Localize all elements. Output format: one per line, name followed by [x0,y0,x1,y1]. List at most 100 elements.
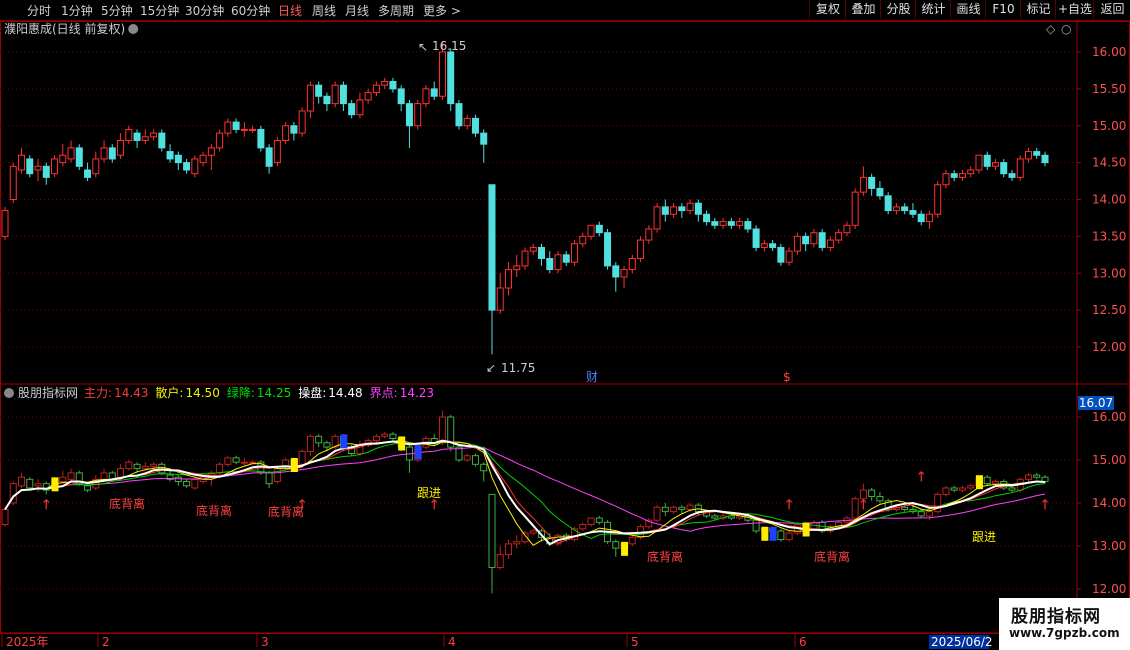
signal-block-2 [340,434,348,449]
candle-body [925,213,933,223]
toolbar-button-2[interactable]: 分股 [880,0,916,19]
period-tab-9[interactable]: 多周期 [378,2,414,19]
candle-body [777,246,785,263]
toolbar-button-5[interactable]: F10 [985,0,1021,19]
signal-block-1 [290,458,298,472]
signal-text-6: 跟进 [972,530,996,544]
candle-body [100,147,108,160]
ind-candle-body [471,455,479,465]
ind-candle-body [942,487,950,495]
candle-body [653,206,661,230]
candle-body [42,165,50,178]
buy-arrow-3: ↑ [915,469,927,485]
period-tab-6[interactable]: 日线 [278,2,302,19]
signal-text-1: 底背离 [196,503,232,518]
xaxis-label-3: 4 [448,635,456,649]
candle-body [471,117,479,134]
candle-body [1000,162,1008,175]
ind-candle-body [183,481,191,487]
candle-body [884,195,892,212]
indicator-value-4: 14.23 [400,386,434,400]
period-tab-2[interactable]: 5分钟 [101,2,133,19]
ind-candle-body [958,487,966,491]
period-tab-8[interactable]: 月线 [345,2,369,19]
toolbar-button-1[interactable]: 叠加 [845,0,881,19]
high-arrow: ↖ [418,40,428,54]
period-tab-5[interactable]: 60分钟 [231,2,270,19]
toolbar-button-3[interactable]: 统计 [915,0,951,19]
line-caopan [4,439,1046,546]
line-sanhu [4,439,1045,546]
ind-candle-body [868,489,876,498]
buy-arrow-6: ↑ [1039,497,1051,513]
diamond-icon: ◇ [1046,22,1056,36]
period-tab-10[interactable]: 更多 > [423,2,461,19]
candle-body [92,158,100,175]
date-badge-text: 2025/06/2 [931,635,993,649]
main-ytick-6: 13.00 [1092,266,1126,280]
line-zhuli [4,439,1046,544]
ind-candle-body [463,455,471,461]
ind-ytick-1: 15.00 [1092,453,1126,467]
candle-body [1016,158,1024,178]
xaxis-label-5: 6 [799,635,807,649]
toolbar-button-7[interactable]: +自选 [1055,0,1094,19]
toolbar-button-0[interactable]: 复权 [809,0,846,19]
ind-candle-body [191,478,199,489]
ind-candle-body [174,476,182,483]
period-tab-3[interactable]: 15分钟 [140,2,179,19]
ind-candle-body [670,506,678,513]
ind-candle-body [323,442,331,448]
candle-body [405,103,413,127]
ind-candle-body [496,554,504,568]
candle-body [604,232,612,267]
circle-icon: ○ [1061,22,1071,36]
period-tab-1[interactable]: 1分钟 [61,2,93,19]
period-tab-0[interactable]: 分时 [27,2,51,19]
ind-candle-body [1008,487,1016,491]
ind-candle-body [315,435,323,444]
candle-body [389,81,397,90]
ind-candle-body [249,461,257,464]
candle-body [191,158,199,175]
candle-body [637,239,645,259]
period-tab-7[interactable]: 周线 [312,2,336,19]
ind-candle-body [381,433,389,437]
ind-candle-body [372,435,380,442]
candle-body [364,92,372,101]
ind-candle-body [100,472,108,480]
indicator-value-2: 14.25 [257,386,291,400]
candle-body [257,128,265,149]
candle-body [249,128,257,131]
candle-body [1024,151,1032,160]
indicator-value-3: 14.48 [328,386,362,400]
candle-body [612,265,620,278]
candle-body [183,162,191,171]
candle-body [232,121,240,130]
candle-body [785,250,793,263]
main-panel-menu-icon [128,24,139,34]
candle-body [265,147,273,167]
main-ytick-5: 13.50 [1092,229,1126,243]
indicator-panel-name: 股朋指标网 [18,385,78,400]
period-tab-4[interactable]: 30分钟 [185,2,224,19]
toolbar-button-4[interactable]: 画线 [950,0,986,19]
candle-body [455,103,463,127]
candle-body [868,176,876,189]
ind-candle-body [628,536,636,545]
signal-block-8 [802,522,810,537]
candle-body [315,84,323,97]
xaxis-label-1: 2 [102,635,110,649]
toolbar-button-6[interactable]: 标记 [1020,0,1056,19]
buy-arrow-4: ↑ [783,497,795,513]
ind-candle-body [1024,474,1032,480]
ind-candle-body [224,457,232,465]
ind-candle-body [983,476,991,485]
candle-body [802,235,810,245]
toolbar-button-8[interactable]: 返回 [1093,0,1130,19]
candle-body [859,176,867,193]
ind-candle-body [438,416,446,444]
candle-body [818,232,826,248]
indicator-label-1: 散户: [155,385,183,400]
ind-candle-body [917,511,925,517]
